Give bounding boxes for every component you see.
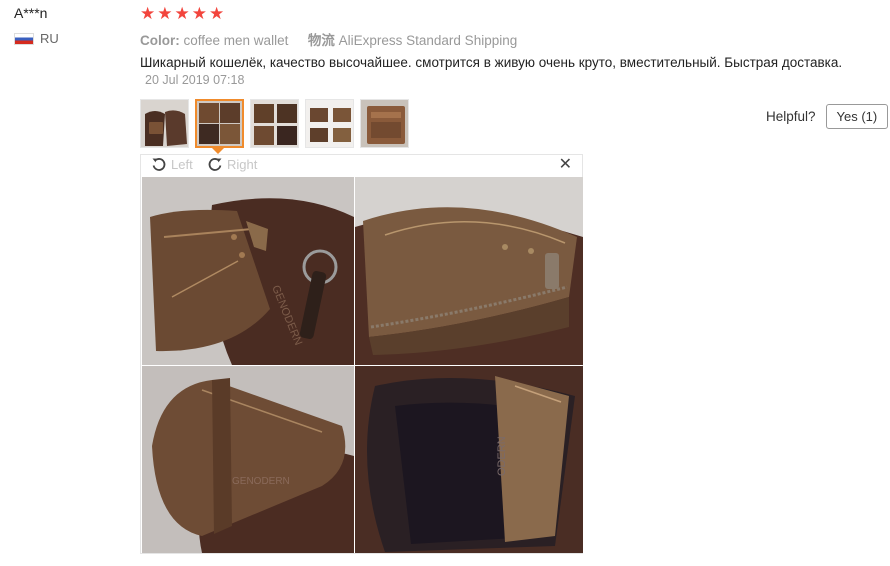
star-icon: ★ xyxy=(209,4,225,23)
rotate-left-button[interactable]: Left xyxy=(151,156,193,172)
review-text: Шикарный кошелёк, качество высочайшее. с… xyxy=(140,55,843,70)
photo-thumbnail[interactable] xyxy=(305,99,354,148)
photo-thumbnails xyxy=(140,99,409,148)
reviewer-country: RU xyxy=(14,31,59,46)
country-code: RU xyxy=(40,31,59,46)
photo-thumbnail-selected[interactable] xyxy=(195,99,244,148)
wallet-photo-inside: ODERN xyxy=(355,366,583,553)
rotate-right-label: Right xyxy=(227,156,258,172)
wallet-photo-zipper xyxy=(355,177,583,365)
star-icon: ★ xyxy=(157,4,173,23)
shipping-label: 物流 xyxy=(307,33,335,48)
rotate-left-icon xyxy=(152,158,166,171)
svg-text:GENODERN: GENODERN xyxy=(232,476,290,487)
wallet-photo-front: GENODERN xyxy=(142,177,354,365)
review-date: 20 Jul 2019 07:18 xyxy=(145,73,245,87)
order-info: Color: coffee men wallet 物流 AliExpress S… xyxy=(140,29,517,49)
star-rating: ★ ★ ★ ★ ★ xyxy=(140,4,224,24)
photo-thumbnail[interactable] xyxy=(140,99,189,148)
star-icon: ★ xyxy=(174,4,190,23)
rotate-right-icon xyxy=(208,158,222,171)
review-card: A***n RU ★ ★ ★ ★ ★ Color: coffee men wal… xyxy=(0,0,890,566)
helpful-section: Helpful? Yes (1) xyxy=(766,104,889,129)
photo-viewer: Left Right ✕ GENODERN GENODERN ODERN xyxy=(140,154,583,554)
photo-thumbnail[interactable] xyxy=(250,99,299,148)
star-icon: ★ xyxy=(191,4,207,23)
svg-text:ODERN: ODERN xyxy=(496,436,508,476)
close-viewer-button[interactable]: ✕ xyxy=(559,157,572,173)
shipping-value: AliExpress Standard Shipping xyxy=(338,33,518,48)
photo-collage: GENODERN GENODERN ODERN xyxy=(142,177,583,553)
helpful-yes-button[interactable]: Yes (1) xyxy=(825,104,889,129)
wallet-photo-open: GENODERN xyxy=(142,366,354,553)
russia-flag-icon xyxy=(14,32,34,45)
helpful-label: Helpful? xyxy=(766,109,816,124)
color-value: coffee men wallet xyxy=(183,33,289,48)
rotate-right-button[interactable]: Right xyxy=(207,156,257,172)
photo-thumbnail[interactable] xyxy=(360,99,409,148)
color-label: Color: xyxy=(140,33,180,48)
star-icon: ★ xyxy=(140,4,156,23)
viewer-toolbar: Left Right ✕ xyxy=(141,155,582,177)
reviewer-name: A***n xyxy=(14,5,48,21)
rotate-left-label: Left xyxy=(171,156,193,172)
